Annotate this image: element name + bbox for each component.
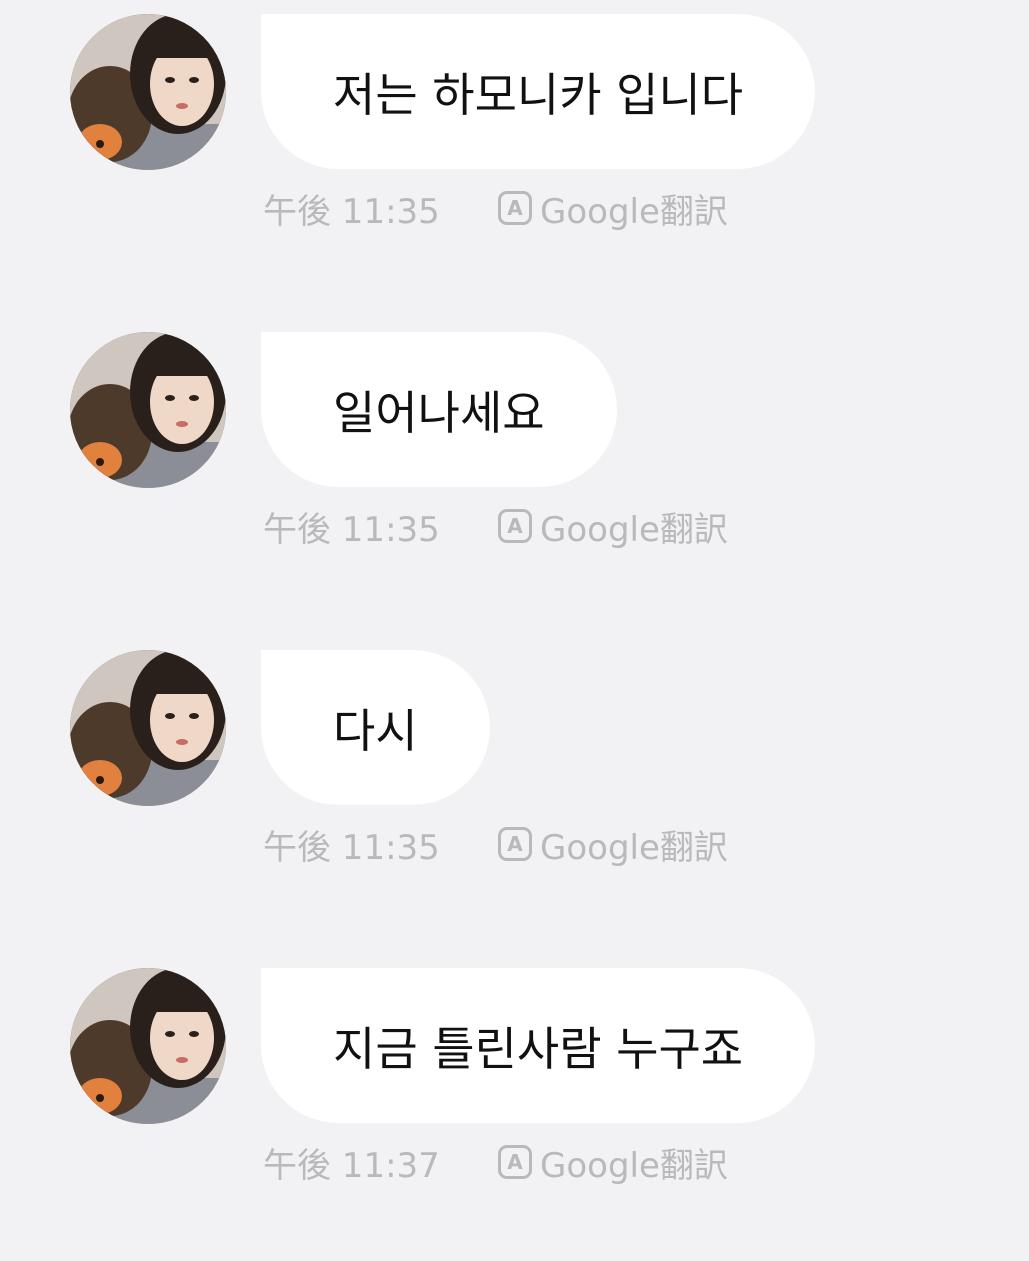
avatar-photo-icon <box>70 650 226 806</box>
chat-message: 다시 午後 11:35 A Google翻訳 <box>0 636 1029 896</box>
translate-icon: A <box>498 827 532 861</box>
message-bubble[interactable]: 다시 <box>261 650 490 805</box>
translate-label: Google翻訳 <box>540 827 728 868</box>
avatar-photo-icon <box>70 332 226 488</box>
message-timestamp: 午後 11:37 <box>263 1145 440 1186</box>
sender-avatar[interactable] <box>70 968 226 1124</box>
message-bubble[interactable]: 지금 틀린사람 누구죠 <box>261 968 816 1123</box>
message-meta: 午後 11:35 A Google翻訳 <box>263 504 728 550</box>
avatar-photo-icon <box>70 14 226 170</box>
chat-message: 지금 틀린사람 누구죠 午後 11:37 A Google翻訳 <box>0 954 1029 1214</box>
avatar-photo-icon <box>70 968 226 1124</box>
translate-icon: A <box>498 509 532 543</box>
google-translate-button[interactable]: A Google翻訳 <box>498 504 728 550</box>
message-text: 일어나세요 <box>333 385 545 440</box>
message-bubble[interactable]: 일어나세요 <box>261 332 617 487</box>
translate-icon: A <box>498 191 532 225</box>
message-text: 저는 하모니카 입니다 <box>333 67 744 122</box>
message-bubble[interactable]: 저는 하모니카 입니다 <box>261 14 816 169</box>
chat-message: 저는 하모니카 입니다 午後 11:35 A Google翻訳 <box>0 0 1029 260</box>
chat-message: 일어나세요 午後 11:35 A Google翻訳 <box>0 318 1029 578</box>
message-meta: 午後 11:37 A Google翻訳 <box>263 1140 728 1186</box>
message-text: 다시 <box>333 703 418 758</box>
google-translate-button[interactable]: A Google翻訳 <box>498 1140 728 1186</box>
translate-label: Google翻訳 <box>540 1145 728 1186</box>
message-meta: 午後 11:35 A Google翻訳 <box>263 822 728 868</box>
google-translate-button[interactable]: A Google翻訳 <box>498 186 728 232</box>
google-translate-button[interactable]: A Google翻訳 <box>498 822 728 868</box>
message-timestamp: 午後 11:35 <box>263 827 440 868</box>
message-timestamp: 午後 11:35 <box>263 509 440 550</box>
message-timestamp: 午後 11:35 <box>263 191 440 232</box>
sender-avatar[interactable] <box>70 650 226 806</box>
message-text: 지금 틀린사람 누구죠 <box>333 1021 744 1076</box>
sender-avatar[interactable] <box>70 14 226 170</box>
message-meta: 午後 11:35 A Google翻訳 <box>263 186 728 232</box>
translate-label: Google翻訳 <box>540 509 728 550</box>
translate-label: Google翻訳 <box>540 191 728 232</box>
translate-icon: A <box>498 1145 532 1179</box>
sender-avatar[interactable] <box>70 332 226 488</box>
